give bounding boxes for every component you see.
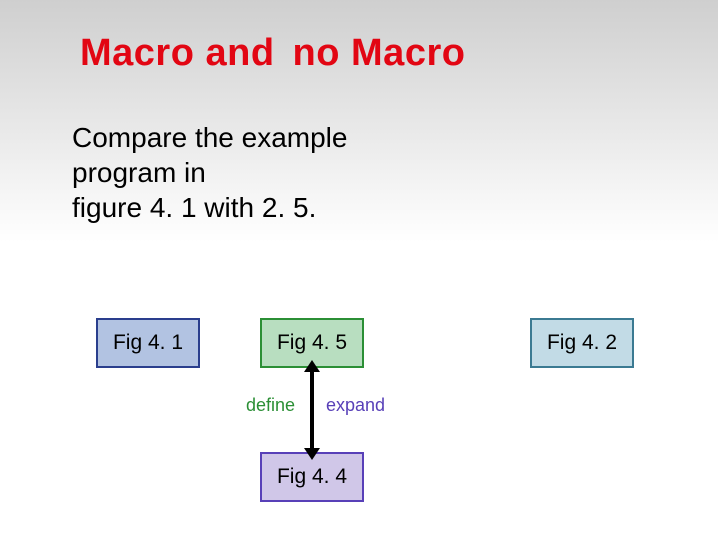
- double-arrow-icon: [310, 370, 314, 450]
- box-fig-4-2: Fig 4. 2: [530, 318, 634, 368]
- label-expand: expand: [326, 395, 385, 416]
- title-part-1: Macro and: [80, 32, 275, 74]
- box-label: Fig 4. 4: [277, 465, 347, 489]
- label-define: define: [246, 395, 295, 416]
- box-label: Fig 4. 2: [547, 331, 617, 355]
- slide-title: Macro and no Macro: [80, 32, 465, 75]
- box-label: Fig 4. 5: [277, 331, 347, 355]
- body-line-2: program in: [72, 155, 347, 190]
- title-part-2: no Macro: [293, 32, 466, 74]
- box-label: Fig 4. 1: [113, 331, 183, 355]
- slide: Macro and no Macro Compare the example pr…: [0, 0, 718, 539]
- body-line-3: figure 4. 1 with 2. 5.: [72, 190, 347, 225]
- body-line-1: Compare the example: [72, 120, 347, 155]
- slide-body: Compare the example program in figure 4.…: [72, 120, 347, 225]
- box-fig-4-1: Fig 4. 1: [96, 318, 200, 368]
